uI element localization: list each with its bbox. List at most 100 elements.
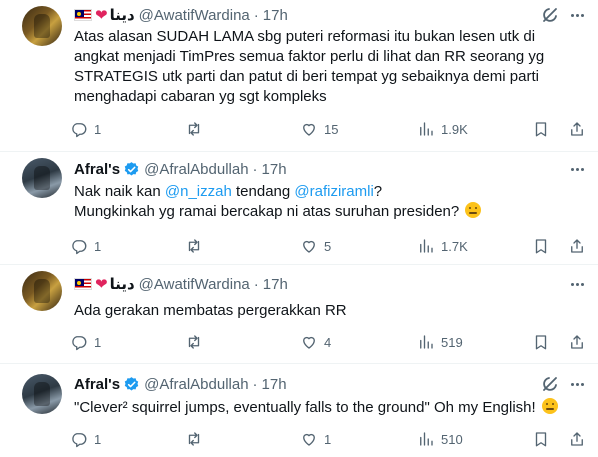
bookmark-button[interactable] [532, 429, 550, 449]
more-options-icon[interactable] [567, 5, 587, 25]
author-handle[interactable]: @AwatifWardina [139, 276, 250, 293]
views-button[interactable]: 1.9K [417, 119, 468, 139]
views-chart-icon [420, 122, 433, 136]
author-name[interactable]: Afral's [74, 376, 120, 393]
heart-outline-icon [303, 240, 315, 253]
red-heart-icon: ❤ [95, 276, 108, 293]
views-chart-icon [420, 239, 433, 253]
separator-dot: · [252, 160, 258, 178]
author-handle[interactable]: @AwatifWardina [139, 7, 250, 24]
view-count: 519 [441, 334, 463, 350]
tweet-actions: 1 15 1.9K [70, 119, 590, 139]
tweet-header: ❤ دينا @AwatifWardina · 17h [74, 274, 288, 294]
tweet-text-segment: tendang [231, 183, 295, 200]
tweet-text: Atas alasan SUDAH LAMA sbg puteri reform… [74, 27, 584, 107]
bookmark-button[interactable] [532, 119, 550, 139]
reply-icon [72, 240, 87, 255]
retweet-button[interactable] [185, 236, 209, 256]
author-name[interactable]: Afral's [74, 161, 120, 178]
tweet[interactable]: Afral's @AfralAbdullah · 17h "Clever² sq… [0, 364, 598, 457]
timestamp[interactable]: 17h [262, 161, 287, 178]
view-count: 1.9K [441, 121, 468, 137]
reply-button[interactable]: 1 [70, 332, 101, 352]
like-button[interactable]: 15 [300, 119, 338, 139]
reply-button[interactable]: 1 [70, 429, 101, 449]
tweet[interactable]: Afral's @AfralAbdullah · 17h Nak naik ka… [0, 152, 598, 265]
avatar[interactable] [22, 271, 62, 311]
grok-icon[interactable] [540, 5, 560, 25]
views-button[interactable]: 1.7K [417, 236, 468, 256]
tweet[interactable]: ❤ دينا @AwatifWardina · 17h Ada gerakan … [0, 265, 598, 364]
view-count: 1.7K [441, 238, 468, 254]
share-icon [571, 432, 583, 446]
tweet-text: Ada gerakan membatas pergerakkan RR [74, 301, 584, 321]
heart-outline-icon [303, 433, 315, 446]
share-button[interactable] [568, 429, 586, 449]
retweet-icon [188, 122, 200, 136]
grok-icon[interactable] [540, 374, 560, 394]
avatar[interactable] [22, 6, 62, 46]
separator-dot: · [253, 6, 259, 24]
tweet-text-segment: Nak naik kan [74, 183, 165, 200]
reply-button[interactable]: 1 [70, 236, 101, 256]
tweet-actions: 1 1 510 [70, 429, 590, 449]
thinking-face-emoji-icon [465, 202, 482, 218]
author-name[interactable]: دينا [110, 275, 135, 293]
tweet-header: ❤ دينا @AwatifWardina · 17h [74, 5, 288, 25]
views-chart-icon [420, 335, 433, 349]
tweet-header: Afral's @AfralAbdullah · 17h [74, 374, 287, 394]
heart-outline-icon [303, 123, 315, 136]
like-count: 5 [324, 238, 332, 254]
author-handle[interactable]: @AfralAbdullah [144, 161, 248, 178]
tweet-actions: 1 4 519 [70, 332, 590, 352]
like-button[interactable]: 5 [300, 236, 331, 256]
reply-icon [72, 123, 87, 138]
heart-outline-icon [303, 336, 315, 349]
rolling-on-floor-laughing-emoji-icon [541, 398, 558, 414]
share-button[interactable] [568, 332, 586, 352]
verified-badge-icon [123, 161, 140, 178]
view-count: 510 [441, 431, 463, 447]
views-button[interactable]: 510 [417, 429, 463, 449]
share-icon [571, 239, 583, 253]
reply-button[interactable]: 1 [70, 119, 101, 139]
mention-link[interactable]: @rafiziramli [294, 183, 373, 200]
more-options-icon[interactable] [567, 374, 587, 394]
tweet-text-segment: ? [373, 183, 383, 200]
avatar[interactable] [22, 374, 62, 414]
author-handle[interactable]: @AfralAbdullah [144, 376, 248, 393]
timestamp[interactable]: 17h [263, 276, 288, 293]
author-name[interactable]: دينا [110, 6, 135, 24]
like-button[interactable]: 4 [300, 332, 331, 352]
tweet-text-segment: Ada gerakan membatas pergerakkan RR [74, 302, 347, 319]
more-options-icon[interactable] [567, 274, 587, 294]
reply-count: 1 [94, 431, 102, 447]
retweet-button[interactable] [185, 119, 209, 139]
tweet-header: Afral's @AfralAbdullah · 17h [74, 159, 287, 179]
like-count: 15 [324, 121, 339, 137]
views-button[interactable]: 519 [417, 332, 463, 352]
red-heart-icon: ❤ [95, 7, 108, 24]
tweet-text-segment: Mungkinkah yg ramai bercakap ni atas sur… [74, 203, 464, 220]
like-count: 1 [324, 431, 332, 447]
tweet-text-segment: "Clever² squirrel jumps, eventually fall… [74, 399, 540, 416]
tweet[interactable]: ❤ دينا @AwatifWardina · 17h Atas alasan … [0, 0, 598, 152]
like-button[interactable]: 1 [300, 429, 331, 449]
bookmark-button[interactable] [532, 236, 550, 256]
retweet-button[interactable] [185, 429, 209, 449]
reply-count: 1 [94, 121, 102, 137]
timestamp[interactable]: 17h [262, 376, 287, 393]
retweet-icon [188, 432, 200, 446]
avatar[interactable] [22, 158, 62, 198]
tweet-text: Nak naik kan @n_izzah tendang @rafiziram… [74, 182, 584, 222]
share-button[interactable] [568, 119, 586, 139]
bookmark-icon [535, 239, 547, 254]
mention-link[interactable]: @n_izzah [165, 183, 232, 200]
share-button[interactable] [568, 236, 586, 256]
retweet-icon [188, 335, 200, 349]
share-icon [571, 122, 583, 136]
bookmark-button[interactable] [532, 332, 550, 352]
timestamp[interactable]: 17h [263, 7, 288, 24]
more-options-icon[interactable] [567, 159, 587, 179]
retweet-button[interactable] [185, 332, 209, 352]
